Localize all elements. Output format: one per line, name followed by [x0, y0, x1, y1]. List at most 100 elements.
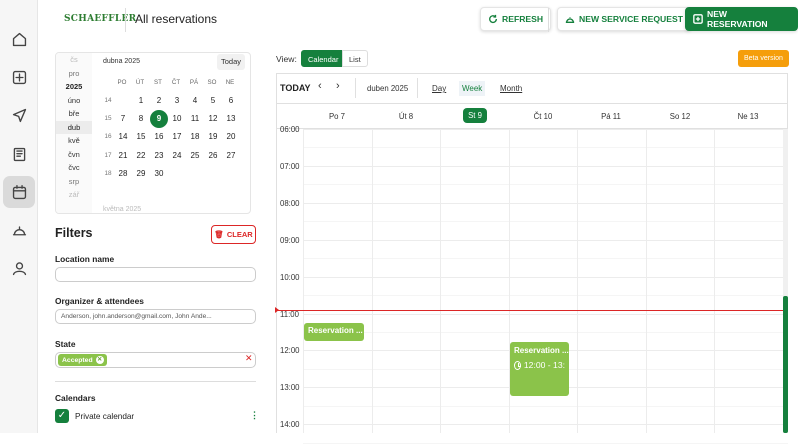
- calendar-day[interactable]: 18: [186, 128, 204, 146]
- state-label: State: [55, 339, 76, 349]
- refresh-button[interactable]: REFRESH: [480, 7, 552, 31]
- month-item[interactable]: srp: [56, 175, 92, 189]
- month-item[interactable]: čs: [56, 53, 92, 67]
- state-chip[interactable]: Accepted ✕: [58, 354, 107, 366]
- home-icon[interactable]: [3, 23, 35, 55]
- day-header[interactable]: So 12: [646, 109, 714, 125]
- divider: [355, 78, 356, 98]
- day-header[interactable]: Ne 13: [714, 109, 782, 125]
- calendar-day[interactable]: 23: [150, 147, 168, 165]
- calendar-day[interactable]: 20: [222, 128, 240, 146]
- calendar-day[interactable]: 28: [114, 165, 132, 183]
- calendar-day[interactable]: 15: [132, 128, 150, 146]
- day-header[interactable]: Čt 10: [509, 109, 577, 125]
- calendar-icon[interactable]: [3, 176, 35, 208]
- month-item[interactable]: pro: [56, 67, 92, 81]
- new-reservation-label: NEW RESERVATION: [706, 9, 768, 29]
- calendar-day[interactable]: 10: [168, 110, 186, 128]
- calendar-day[interactable]: 11: [186, 110, 204, 128]
- calendar-day[interactable]: 27: [222, 147, 240, 165]
- month-year-scroller[interactable]: čs pro 2025 úno bře dub kvě čvn čvc srp …: [56, 53, 92, 213]
- calendar-day[interactable]: 17: [168, 128, 186, 146]
- hour-line: [303, 239, 788, 241]
- weekday-header: ÚT: [135, 79, 145, 86]
- calendar-day-selected[interactable]: 9: [150, 110, 168, 129]
- calendar-day[interactable]: 2: [150, 92, 168, 110]
- organizer-label: Organizer & attendees: [55, 296, 144, 306]
- more-options-icon[interactable]: ⋮: [250, 410, 259, 421]
- day-header[interactable]: Pá 11: [577, 109, 645, 125]
- calendar-day[interactable]: 13: [222, 110, 240, 128]
- chip-remove-icon[interactable]: ✕: [95, 356, 104, 364]
- person-icon[interactable]: [3, 252, 35, 284]
- state-clear-icon[interactable]: ✕: [245, 353, 253, 364]
- clear-filters-button[interactable]: 🗑 CLEAR: [211, 225, 256, 244]
- month-item[interactable]: kvě: [56, 134, 92, 148]
- calendar-day[interactable]: 7: [114, 110, 132, 128]
- location-input[interactable]: [55, 267, 256, 282]
- chevron-left-icon[interactable]: ‹: [318, 80, 322, 92]
- send-icon[interactable]: [3, 99, 35, 131]
- beta-badge: Beta version: [738, 50, 789, 67]
- day-header-selected[interactable]: St 9: [463, 108, 487, 123]
- week-number: 18: [104, 169, 112, 177]
- hour-line: [303, 129, 788, 130]
- week-number: 16: [104, 133, 112, 141]
- private-calendar-checkbox[interactable]: ✓: [55, 409, 69, 423]
- calendar-day[interactable]: 30: [150, 165, 168, 183]
- organizer-input[interactable]: Anderson, john.anderson@gmail.com, John …: [55, 309, 256, 324]
- tab-day[interactable]: Day: [429, 81, 449, 96]
- calendar-day[interactable]: 3: [168, 92, 186, 110]
- current-time-line: [276, 310, 788, 311]
- calendar-day[interactable]: 8: [132, 110, 150, 128]
- calendar-day[interactable]: 1: [132, 92, 150, 110]
- calendar-day[interactable]: 14: [114, 128, 132, 146]
- service-bell-icon: [565, 17, 575, 23]
- filters-title: Filters: [55, 226, 93, 240]
- clock-icon: [514, 360, 521, 370]
- year-item[interactable]: 2025: [56, 80, 92, 94]
- month-item[interactable]: čvn: [56, 148, 92, 162]
- next-month-label: května 2025: [103, 206, 142, 213]
- month-item[interactable]: úno: [56, 94, 92, 108]
- service-bell-icon[interactable]: [3, 214, 35, 246]
- today-button[interactable]: TODAY: [280, 83, 311, 93]
- tab-week[interactable]: Week: [459, 81, 486, 96]
- day-header[interactable]: Po 7: [303, 109, 371, 125]
- calendar-day[interactable]: 12: [204, 110, 222, 128]
- scrollbar-thumb[interactable]: [783, 296, 788, 433]
- day-column-line: [440, 129, 441, 433]
- new-reservation-button[interactable]: NEW RESERVATION: [685, 7, 798, 31]
- add-box-icon[interactable]: [3, 61, 35, 93]
- month-item[interactable]: zář: [56, 188, 92, 202]
- calendar-day[interactable]: 4: [186, 92, 204, 110]
- view-list-button[interactable]: List: [342, 50, 368, 67]
- view-label: View:: [276, 54, 297, 64]
- month-item[interactable]: čvc: [56, 161, 92, 175]
- month-item[interactable]: bře: [56, 107, 92, 121]
- calendar-day[interactable]: 5: [204, 92, 222, 110]
- reservation-event[interactable]: Reservation ... 12:00 - 13:: [510, 342, 569, 396]
- reservation-event[interactable]: Reservation ...: [304, 323, 364, 341]
- day-header[interactable]: Út 8: [372, 109, 440, 125]
- divider: [417, 78, 418, 98]
- week-number: 14: [104, 97, 112, 104]
- calendar-day[interactable]: 26: [204, 147, 222, 165]
- hour-line: [303, 313, 788, 315]
- calendar-day[interactable]: 19: [204, 128, 222, 146]
- calendar-day[interactable]: 29: [132, 165, 150, 183]
- tab-month[interactable]: Month: [497, 81, 525, 96]
- calendar-day[interactable]: 22: [132, 147, 150, 165]
- calendar-day[interactable]: 21: [114, 147, 132, 165]
- calendar-day[interactable]: 24: [168, 147, 186, 165]
- half-hour-line: [303, 442, 788, 444]
- chevron-right-icon[interactable]: ›: [336, 80, 340, 92]
- calendar-day[interactable]: 6: [222, 92, 240, 110]
- calendar-day[interactable]: 16: [150, 128, 168, 146]
- new-service-request-button[interactable]: NEW SERVICE REQUEST: [557, 7, 691, 31]
- mini-today-button[interactable]: Today: [217, 54, 246, 70]
- calendar-day[interactable]: 25: [186, 147, 204, 165]
- book-icon[interactable]: [3, 138, 35, 170]
- view-calendar-button[interactable]: Calendar: [301, 50, 346, 67]
- month-item-selected[interactable]: dub: [56, 120, 92, 134]
